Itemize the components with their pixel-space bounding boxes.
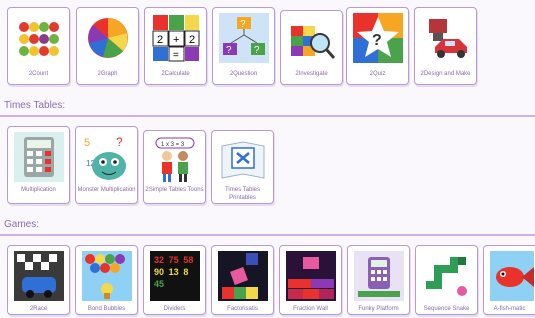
svg-text:=: =: [173, 50, 179, 61]
tile-2question[interactable]: ? ? ? 2Question: [212, 7, 275, 85]
pie-chart-icon: [83, 13, 133, 63]
tile-2count[interactable]: 2Count: [7, 7, 70, 85]
svg-text:?: ?: [240, 19, 246, 30]
magnifier-blocks-icon: [287, 16, 337, 66]
svg-text:?: ?: [226, 45, 232, 56]
tile-label: 2Graph: [97, 71, 118, 77]
svg-text:?: ?: [116, 135, 123, 149]
tile-a-fish-matic[interactable]: A-fish-matic: [483, 245, 535, 315]
kids-toons-icon: 1 x 3 = 3: [150, 136, 200, 186]
tile-label: Dividers: [163, 306, 186, 312]
section-divider: [0, 115, 535, 117]
tile-label: 2Count: [28, 71, 49, 77]
svg-text:+: +: [173, 34, 179, 46]
calculator-icon: [14, 132, 64, 182]
tile-label: 2Calculate: [161, 71, 190, 77]
tile-simple-tables-toons[interactable]: 1 x 3 = 3 2Simple Tables Toons: [143, 130, 206, 204]
tile-2race[interactable]: 2Race: [7, 245, 70, 315]
tile-bond-bubbles[interactable]: Bond Bubbles: [75, 245, 138, 315]
tile-times-tables-printables[interactable]: Times Tables Printables: [211, 130, 274, 204]
grid-number: 58: [183, 255, 194, 265]
grid-number: 75: [168, 255, 179, 265]
svg-text:?: ?: [254, 45, 260, 56]
tile-factorisatis[interactable]: Factorisatis: [211, 245, 274, 315]
printable-times-icon: [218, 136, 268, 186]
tile-sequence-snake[interactable]: Sequence Snake: [415, 245, 478, 315]
fruit-count-icon: [14, 13, 64, 63]
tile-label: Sequence Snake: [423, 306, 470, 312]
svg-text:?: ?: [372, 32, 382, 49]
monster-icon: 5 ? 12: [82, 132, 132, 182]
tile-label: Monster Multiplication: [77, 187, 136, 193]
race-car-icon: [14, 251, 64, 301]
tile-label: 2Question: [229, 71, 258, 77]
question-flow-icon: ? ? ?: [219, 13, 269, 63]
svg-text:5: 5: [84, 137, 90, 149]
tile-label: Factorisatis: [227, 306, 258, 312]
bubbles-icon: [82, 251, 132, 301]
vehicle-design-icon: [421, 13, 471, 63]
tile-label: 2Quiz: [369, 71, 386, 77]
falling-blocks-icon: [218, 251, 268, 301]
tile-dividers[interactable]: 32 75 58 90 13 8 45 Dividers: [143, 245, 206, 315]
tile-label: 2Investigate: [295, 71, 328, 77]
tile-2design-and-make[interactable]: 2Design and Make: [414, 7, 477, 85]
svg-text:2: 2: [157, 34, 163, 46]
section-title-times-tables: Times Tables:: [4, 100, 66, 111]
tile-funky-platform[interactable]: Funky Platform: [347, 245, 410, 315]
quiz-star-icon: ?: [353, 13, 403, 63]
tile-2graph[interactable]: 2Graph: [76, 7, 139, 85]
tile-label: 2Design and Make: [420, 71, 471, 77]
section-divider: [0, 234, 535, 236]
grid-number: 8: [183, 267, 189, 277]
tile-label: Multiplication: [21, 187, 56, 193]
fish-icon: [490, 251, 534, 301]
grid-number: 45: [154, 279, 165, 289]
tile-label: Times Tables Printables: [224, 187, 260, 201]
tile-label: A-fish-matic: [493, 306, 526, 312]
tile-label: Fraction Wall: [293, 306, 328, 312]
tile-2investigate[interactable]: 2Investigate: [280, 10, 343, 85]
tile-label: Bond Bubbles: [87, 306, 126, 312]
svg-text:2: 2: [189, 34, 195, 46]
platform-calculator-icon: [354, 251, 404, 301]
tile-label: 2Simple Tables Toons: [145, 187, 204, 193]
number-grid-icon: 32 75 58 90 13 8 45: [150, 251, 200, 301]
grid-number: 13: [168, 267, 179, 277]
tile-fraction-wall[interactable]: Fraction Wall: [279, 245, 342, 315]
fraction-wall-icon: [286, 251, 336, 301]
svg-text:1 x 3 = 3: 1 x 3 = 3: [161, 142, 185, 148]
grid-number: 32: [154, 255, 165, 265]
snake-icon: [422, 251, 472, 301]
grid-number: 90: [154, 267, 165, 277]
section-title-games: Games:: [4, 219, 40, 230]
tile-2quiz[interactable]: ? 2Quiz: [346, 7, 409, 85]
tile-label: 2Race: [29, 306, 48, 312]
tile-2calculate[interactable]: 2 +2 = 2Calculate: [144, 7, 207, 85]
tile-multiplication[interactable]: Multiplication: [7, 126, 70, 204]
tile-monster-multiplication[interactable]: 5 ? 12 Monster Multiplication: [75, 126, 138, 204]
tile-label: Funky Platform: [358, 306, 399, 312]
calculator-grid-icon: 2 +2 =: [151, 13, 201, 63]
